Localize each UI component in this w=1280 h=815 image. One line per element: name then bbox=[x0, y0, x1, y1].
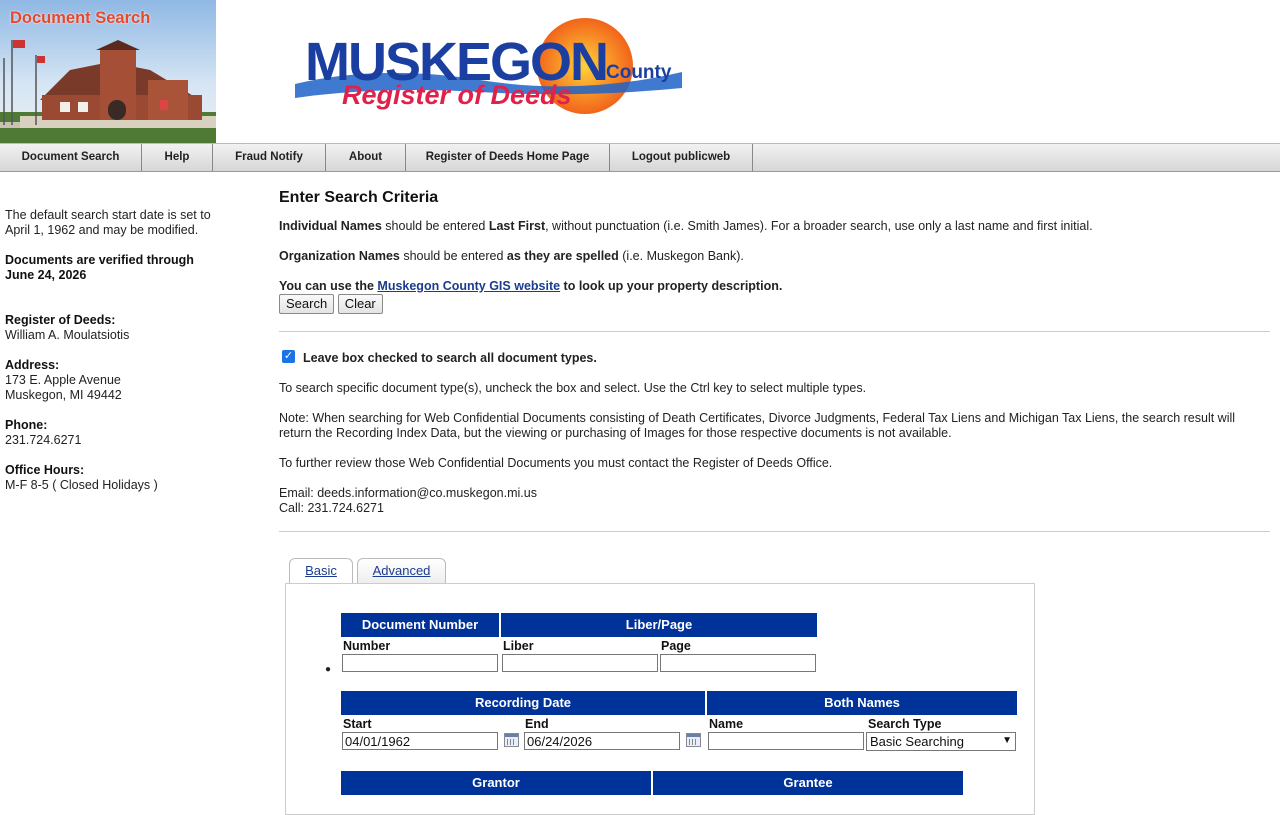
nav-logout[interactable]: Logout publicweb bbox=[610, 144, 753, 171]
nav-help[interactable]: Help bbox=[142, 144, 213, 171]
divider-2 bbox=[279, 531, 1270, 532]
recording-date-header: Recording Date bbox=[341, 691, 705, 715]
logo-icon: MUSKEGON County Register of Deeds bbox=[295, 18, 682, 114]
search-type-value: Basic Searching bbox=[870, 734, 964, 749]
page-label: Page bbox=[661, 639, 691, 653]
svg-text:Register of Deeds: Register of Deeds bbox=[342, 80, 572, 110]
address-line1: 173 E. Apple Avenue bbox=[5, 373, 121, 387]
gis-note: You can use the Muskegon County GIS webs… bbox=[279, 279, 783, 293]
grantor-header: Grantor bbox=[341, 771, 651, 795]
main-nav: Document Search Help Fraud Notify About … bbox=[0, 143, 1280, 172]
notes-section: To search specific document type(s), unc… bbox=[279, 381, 1270, 516]
search-type-select[interactable]: Basic Searching ▼ bbox=[866, 732, 1016, 751]
search-criteria-section: Enter Search Criteria Individual Names s… bbox=[279, 190, 1270, 314]
header-photo: Document Search bbox=[0, 0, 216, 143]
address-line2: Muskegon, MI 49442 bbox=[5, 388, 122, 402]
default-date-note: The default search start date is set to … bbox=[5, 208, 211, 237]
all-types-label: Leave box checked to search all document… bbox=[303, 351, 597, 365]
page-input[interactable] bbox=[660, 654, 816, 672]
photo-title: Document Search bbox=[10, 9, 151, 27]
further-review-note: To further review those Web Confidential… bbox=[279, 456, 833, 470]
hours-value: M-F 8-5 ( Closed Holidays ) bbox=[5, 478, 158, 492]
phone-label: Phone: bbox=[5, 418, 48, 432]
specific-types-note: To search specific document type(s), unc… bbox=[279, 381, 867, 395]
gis-link[interactable]: Muskegon County GIS website bbox=[377, 279, 560, 293]
phone-value: 231.724.6271 bbox=[5, 433, 82, 447]
start-calendar-icon[interactable] bbox=[504, 733, 519, 747]
number-label: Number bbox=[343, 639, 391, 653]
both-names-input[interactable] bbox=[708, 732, 864, 750]
liber-input[interactable] bbox=[502, 654, 658, 672]
liber-label: Liber bbox=[503, 639, 534, 653]
individual-names-note: Individual Names should be entered Last … bbox=[279, 219, 1093, 233]
svg-text:County: County bbox=[606, 62, 672, 83]
nav-document-search[interactable]: Document Search bbox=[0, 144, 142, 171]
chevron-down-icon: ▼ bbox=[1002, 735, 1012, 746]
nav-fraud-notify[interactable]: Fraud Notify bbox=[213, 144, 326, 171]
confidential-note: Note: When searching for Web Confidentia… bbox=[279, 411, 1236, 440]
call-line: Call: 231.724.6271 bbox=[279, 501, 384, 515]
register-label: Register of Deeds: bbox=[5, 313, 116, 327]
page-title: Enter Search Criteria bbox=[279, 189, 439, 206]
organization-names-note: Organization Names should be entered as … bbox=[279, 249, 744, 263]
clear-button[interactable]: Clear bbox=[337, 294, 383, 314]
list-bullet: ● bbox=[325, 664, 332, 675]
tab-basic[interactable]: Basic bbox=[289, 558, 353, 583]
both-names-header: Both Names bbox=[707, 691, 1017, 715]
search-button[interactable]: Search bbox=[279, 294, 335, 314]
end-calendar-icon[interactable] bbox=[686, 733, 701, 747]
email-line: Email: deeds.information@co.muskegon.mi.… bbox=[279, 486, 537, 500]
nav-register-home[interactable]: Register of Deeds Home Page bbox=[406, 144, 610, 171]
muskegon-logo[interactable]: MUSKEGON County Register of Deeds bbox=[290, 14, 690, 119]
sidebar: The default search start date is set to … bbox=[5, 208, 235, 493]
document-number-input[interactable] bbox=[342, 654, 498, 672]
end-label: End bbox=[525, 717, 549, 731]
name-label: Name bbox=[709, 717, 744, 731]
verified-label: Documents are verified through bbox=[5, 253, 194, 267]
search-type-label: Search Type bbox=[868, 717, 942, 731]
tab-advanced[interactable]: Advanced bbox=[357, 558, 446, 583]
hours-label: Office Hours: bbox=[5, 463, 85, 477]
divider-1 bbox=[279, 331, 1270, 332]
all-document-types-checkbox[interactable]: ✓ bbox=[282, 350, 295, 363]
start-date-input[interactable]: 04/01/1962 bbox=[342, 732, 498, 750]
address-label: Address: bbox=[5, 358, 60, 372]
start-label: Start bbox=[343, 717, 372, 731]
liber-page-header: Liber/Page bbox=[501, 613, 817, 637]
header: Document Search MUSKEGON County Register… bbox=[0, 0, 1280, 143]
document-number-header: Document Number bbox=[341, 613, 499, 637]
register-name: William A. Moulatsiotis bbox=[5, 328, 130, 342]
end-date-input[interactable]: 06/24/2026 bbox=[524, 732, 680, 750]
nav-about[interactable]: About bbox=[326, 144, 406, 171]
grantee-header: Grantee bbox=[653, 771, 963, 795]
verified-date: June 24, 2026 bbox=[5, 268, 87, 282]
